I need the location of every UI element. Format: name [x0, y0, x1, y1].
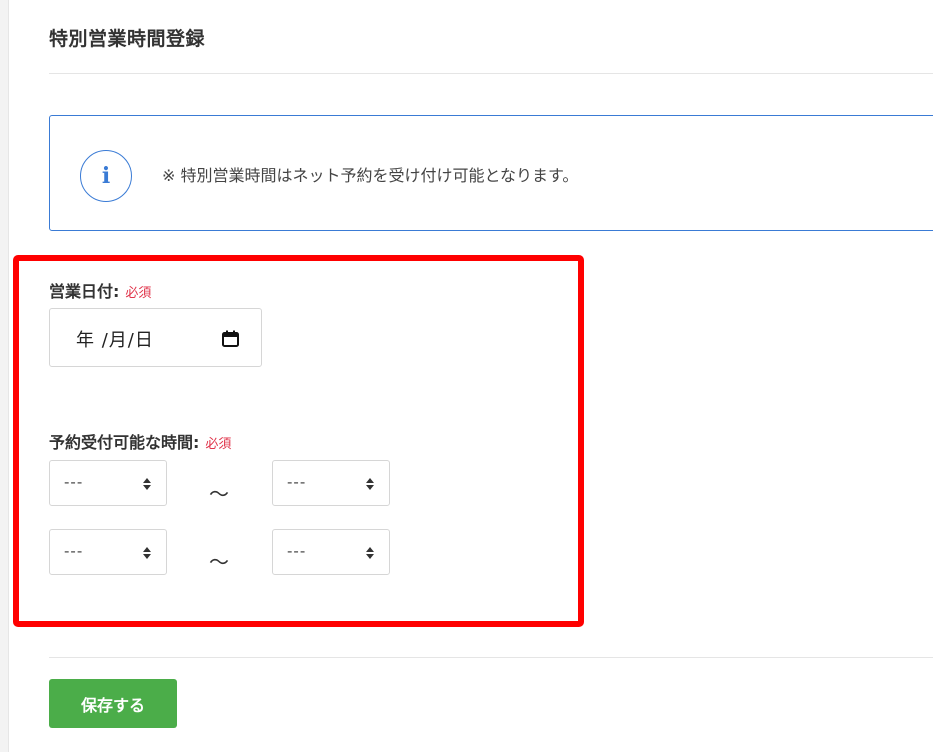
left-edge-rule	[0, 0, 9, 752]
save-button[interactable]: 保存する	[49, 679, 177, 728]
title-divider	[49, 73, 933, 74]
info-notice: i ※ 特別営業時間はネット予約を受け付け可能となります。	[49, 115, 933, 231]
info-message: ※ 特別営業時間はネット予約を受け付け可能となります。	[162, 166, 579, 185]
page-title: 特別営業時間登録	[49, 28, 206, 50]
info-icon: i	[80, 150, 132, 202]
highlight-annotation-frame	[13, 255, 584, 627]
form-footer-divider	[49, 657, 933, 658]
